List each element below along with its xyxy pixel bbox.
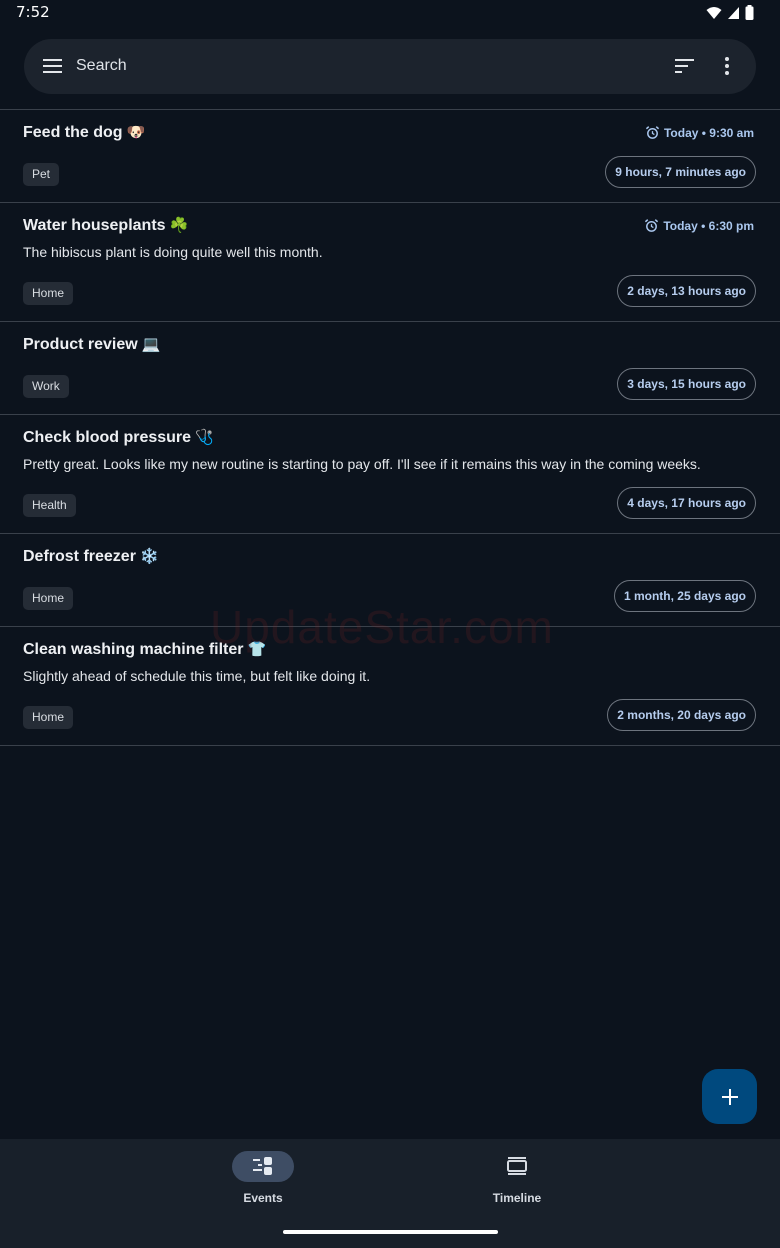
tab-timeline[interactable]: Timeline	[457, 1151, 577, 1211]
event-note: Slightly ahead of schedule this time, bu…	[23, 668, 371, 684]
status-icons	[706, 5, 754, 20]
search-bar[interactable]: Search	[24, 39, 756, 94]
event-note: Pretty great. Looks like my new routine …	[23, 456, 701, 472]
event-item[interactable]: Product review 💻 Work 3 days, 15 hours ag…	[0, 322, 780, 415]
status-bar: 7:52	[0, 0, 780, 26]
event-elapsed-badge[interactable]: 1 month, 25 days ago	[613, 580, 756, 612]
event-emoji: 🩺	[195, 428, 214, 446]
tab-events-label: Events	[243, 1191, 283, 1205]
event-tag[interactable]: Home	[23, 587, 74, 610]
signal-icon	[728, 6, 739, 19]
event-alarm-text: Today • 9:30 am	[663, 125, 754, 140]
event-title: Water houseplants ☘️	[23, 216, 188, 235]
event-elapsed-badge[interactable]: 3 days, 15 hours ago	[617, 368, 756, 400]
event-alarm-text: Today • 6:30 pm	[663, 218, 754, 233]
event-title-text: Water houseplants	[23, 217, 166, 234]
event-elapsed-badge[interactable]: 2 days, 13 hours ago	[617, 275, 756, 307]
event-elapsed-badge[interactable]: 9 hours, 7 minutes ago	[605, 156, 756, 188]
menu-icon[interactable]	[42, 56, 64, 76]
event-tag[interactable]: Work	[23, 375, 69, 398]
home-indicator[interactable]	[283, 1230, 498, 1234]
event-item[interactable]: Check blood pressure 🩺 Pretty great. Look…	[0, 415, 780, 534]
event-title: Clean washing machine filter 👕	[23, 640, 266, 659]
event-item[interactable]: Feed the dog 🐶 Today • 9:30 am Pet 9 hour…	[0, 110, 780, 203]
event-title-text: Product review	[23, 336, 138, 353]
sort-icon[interactable]	[674, 57, 696, 75]
event-title: Defrost freezer ❄️	[23, 547, 159, 566]
alarm-icon	[645, 219, 659, 232]
search-input[interactable]: Search	[76, 57, 127, 75]
battery-icon	[745, 5, 754, 20]
event-tag[interactable]: Health	[23, 494, 76, 517]
app-screen: 7:52 Search Feed the dog 🐶 Today • 9:30 …	[0, 0, 780, 1248]
event-list: Feed the dog 🐶 Today • 9:30 am Pet 9 hour…	[0, 109, 780, 746]
wifi-icon	[706, 6, 722, 19]
bottom-navigation: Events Timeline	[0, 1139, 780, 1248]
event-title: Product review 💻	[23, 335, 160, 354]
tab-timeline-label: Timeline	[492, 1191, 542, 1205]
event-alarm: Today • 9:30 am	[645, 125, 754, 140]
events-icon	[253, 1157, 272, 1175]
event-emoji: ☘️	[169, 216, 189, 234]
status-time: 7:52	[16, 3, 50, 21]
event-item[interactable]: Defrost freezer ❄️ Home 1 month, 25 days …	[0, 534, 780, 627]
event-emoji: 👕	[247, 640, 267, 658]
event-elapsed-badge[interactable]: 2 months, 20 days ago	[607, 699, 756, 731]
more-options-icon[interactable]	[720, 55, 734, 77]
alarm-icon	[645, 126, 660, 139]
event-elapsed-badge[interactable]: 4 days, 17 hours ago	[617, 487, 756, 519]
event-emoji: ❄️	[139, 547, 159, 565]
event-title-text: Defrost freezer	[23, 548, 136, 565]
event-tag[interactable]: Pet	[23, 163, 60, 186]
event-item[interactable]: Water houseplants ☘️ The hibiscus plant i…	[0, 203, 780, 322]
tab-events[interactable]: Events	[203, 1151, 323, 1211]
event-tag[interactable]: Home	[23, 282, 74, 305]
event-alarm: Today • 6:30 pm	[644, 218, 754, 233]
timeline-icon	[507, 1157, 527, 1175]
event-item[interactable]: Clean washing machine filter 👕 Slightly a…	[0, 627, 780, 746]
event-tag[interactable]: Home	[23, 706, 74, 729]
add-event-button[interactable]	[702, 1069, 757, 1124]
plus-icon	[721, 1088, 738, 1105]
event-title: Check blood pressure 🩺	[23, 428, 214, 447]
event-title-text: Check blood pressure	[23, 429, 192, 446]
event-emoji: 🐶	[126, 123, 146, 141]
event-emoji: 💻	[141, 335, 161, 353]
event-title-text: Feed the dog	[23, 124, 123, 141]
event-title-text: Clean washing machine filter	[23, 641, 244, 658]
event-note: The hibiscus plant is doing quite well t…	[23, 244, 323, 260]
event-title: Feed the dog 🐶	[23, 123, 145, 142]
